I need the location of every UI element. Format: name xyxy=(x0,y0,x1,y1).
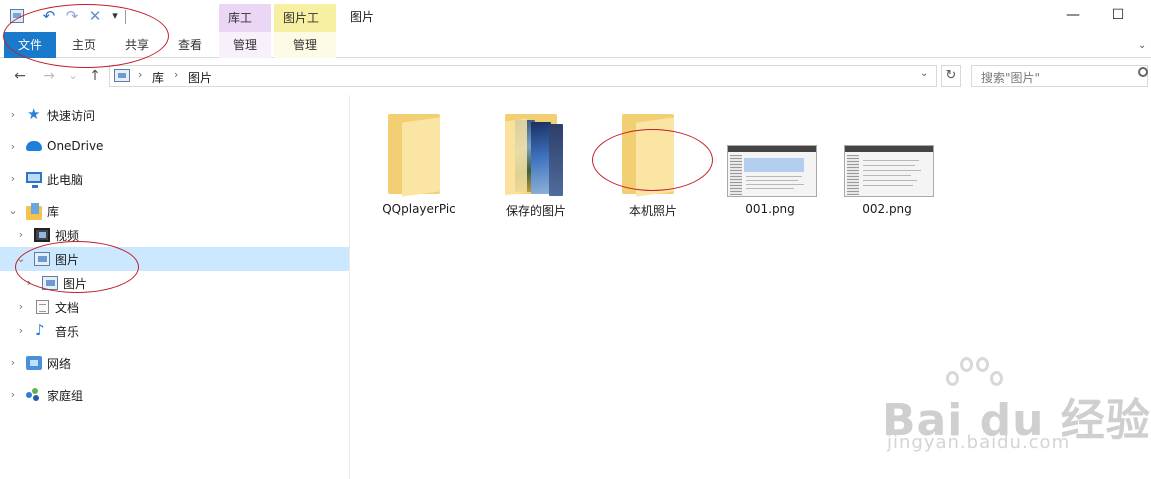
homegroup-icon xyxy=(26,388,42,402)
search-input[interactable]: 搜索"图片" xyxy=(971,65,1148,87)
video-icon xyxy=(34,228,50,242)
expand-chevron-icon[interactable]: › xyxy=(15,324,27,337)
up-button[interactable]: ↑ xyxy=(86,67,104,85)
expand-chevron-icon[interactable]: › xyxy=(7,388,19,401)
breadcrumb-pictures[interactable]: 图片 xyxy=(188,69,212,86)
cloud-icon xyxy=(26,141,42,151)
collapse-chevron-icon[interactable]: ⌄ xyxy=(7,204,19,217)
tree-item-libraries[interactable]: ⌄ 库 xyxy=(0,199,349,223)
computer-icon xyxy=(26,172,42,188)
window-title: 图片 xyxy=(350,10,375,24)
list-item[interactable]: 002.png xyxy=(837,110,937,220)
network-icon xyxy=(26,356,42,370)
picture-tools-header: 图片工具 xyxy=(274,4,336,53)
annotation-ellipse xyxy=(592,129,713,191)
file-name: 本机照片 xyxy=(628,204,677,218)
document-icon xyxy=(36,300,49,314)
library-tools-header: 库工具 xyxy=(219,4,271,53)
maximize-button[interactable]: ☐ xyxy=(1104,4,1132,26)
list-item[interactable]: 001.png xyxy=(720,110,820,220)
refresh-button[interactable]: ↻ xyxy=(941,65,961,87)
tab-manage-library[interactable]: 管理 xyxy=(219,32,271,58)
music-icon: ♪ xyxy=(35,321,45,339)
pictures-library-icon xyxy=(114,69,130,82)
library-icon xyxy=(26,203,42,220)
ribbon-tab-bar: 文件 主页 共享 查看 管理 管理 ⌄ xyxy=(0,32,1151,58)
photo-folder-icon xyxy=(505,114,563,196)
expand-chevron-icon[interactable]: › xyxy=(15,228,27,241)
annotation-ellipse xyxy=(15,241,139,293)
tree-label: 网络 xyxy=(47,357,72,371)
tree-item-homegroup[interactable]: › 家庭组 xyxy=(0,383,349,407)
forward-button[interactable]: → xyxy=(40,67,58,85)
file-name: 保存的图片 xyxy=(505,204,566,218)
expand-chevron-icon[interactable]: › xyxy=(7,140,19,153)
folder-icon xyxy=(388,114,440,197)
image-thumbnail xyxy=(844,145,934,197)
watermark-site: jingyan.baidu.com xyxy=(887,432,1071,453)
navigation-bar: ← → ⌄ ↑ › 库 › 图片 ⌄ ↻ 搜索"图片" xyxy=(0,58,1151,94)
star-icon: ★ xyxy=(27,105,41,123)
tree-item-onedrive[interactable]: › OneDrive xyxy=(0,135,349,159)
tree-item-documents[interactable]: › 文档 xyxy=(0,295,349,319)
breadcrumb-separator[interactable]: › xyxy=(138,68,142,81)
tree-label: 此电脑 xyxy=(47,173,84,187)
tree-label: 库 xyxy=(47,205,60,219)
image-thumbnail xyxy=(727,145,817,197)
expand-ribbon-icon[interactable]: ⌄ xyxy=(1138,40,1146,51)
minimize-button[interactable]: — xyxy=(1059,4,1087,26)
tree-label: 家庭组 xyxy=(47,389,84,403)
address-dropdown-icon[interactable]: ⌄ xyxy=(920,68,928,79)
breadcrumb-libraries[interactable]: 库 xyxy=(152,69,164,86)
expand-chevron-icon[interactable]: › xyxy=(15,300,27,313)
tree-item-network[interactable]: › 网络 xyxy=(0,351,349,375)
file-name: 002.png xyxy=(862,202,912,216)
file-name: QQplayerPic xyxy=(382,202,456,216)
recent-locations-dropdown[interactable]: ⌄ xyxy=(64,67,82,85)
list-item[interactable]: 保存的图片 xyxy=(486,110,586,220)
expand-chevron-icon[interactable]: › xyxy=(7,356,19,369)
tree-item-this-pc[interactable]: › 此电脑 xyxy=(0,167,349,191)
expand-chevron-icon[interactable]: › xyxy=(7,172,19,185)
tab-view[interactable]: 查看 xyxy=(168,32,212,58)
address-bar[interactable]: › 库 › 图片 ⌄ xyxy=(109,65,937,87)
file-name: 001.png xyxy=(745,202,795,216)
title-bar: ↶ ↷ ✕ ▾ 库工具 图片工具 图片 — ☐ xyxy=(0,0,1151,53)
expand-chevron-icon[interactable]: › xyxy=(7,108,19,121)
annotation-ellipse xyxy=(3,4,169,68)
tree-label: OneDrive xyxy=(47,139,104,153)
tab-manage-picture[interactable]: 管理 xyxy=(274,32,336,58)
tree-label: 快速访问 xyxy=(47,109,96,123)
tree-item-music[interactable]: › ♪ 音乐 xyxy=(0,319,349,343)
list-item[interactable]: QQplayerPic xyxy=(369,110,469,220)
tree-label: 文档 xyxy=(55,301,80,315)
tree-label: 音乐 xyxy=(55,325,80,339)
tree-item-quick-access[interactable]: › ★ 快速访问 xyxy=(0,103,349,127)
breadcrumb-separator[interactable]: › xyxy=(174,68,178,81)
search-icon[interactable] xyxy=(1138,67,1148,77)
back-button[interactable]: ← xyxy=(11,67,29,85)
